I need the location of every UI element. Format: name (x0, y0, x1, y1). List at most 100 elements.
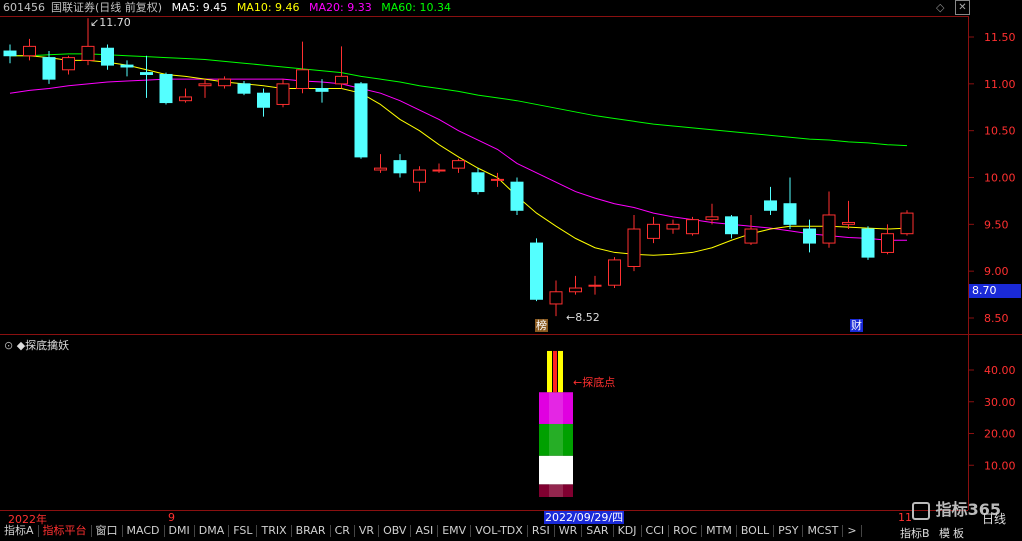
candle (101, 44, 114, 70)
candle-body (725, 216, 738, 235)
marker-cai[interactable]: 财 (850, 319, 863, 332)
candle-body (413, 169, 426, 183)
tab-wr[interactable]: WR (555, 525, 583, 537)
signal-label: ←探底点 (573, 376, 616, 389)
candle-body (471, 172, 485, 193)
tab-cci[interactable]: CCI (642, 525, 670, 537)
ma60-line (10, 53, 908, 147)
candle-body (140, 72, 153, 75)
tab-trix[interactable]: TRIX (257, 525, 292, 537)
candle-body (315, 88, 329, 92)
tab--[interactable]: > (843, 525, 862, 537)
board-button[interactable]: 板 (953, 525, 964, 541)
indicator-title: ◆探底擒妖 (16, 339, 70, 352)
indicator-b-button[interactable]: 指标B (900, 525, 930, 541)
candle-body (491, 178, 504, 181)
tab-dmi[interactable]: DMI (165, 525, 195, 537)
candle (198, 79, 212, 98)
tab-obv[interactable]: OBV (379, 525, 412, 537)
tab-vol-tdx[interactable]: VOL-TDX (471, 525, 528, 537)
main-chart[interactable]: 11.50 11.00 10.50 10.00 9.50 9.00 8.50 40.00 30… (0, 0, 1022, 537)
candle-body (393, 160, 407, 174)
collapse-panel-icon[interactable]: ⊙ (4, 339, 17, 352)
candle-body (705, 216, 719, 221)
candle (257, 88, 270, 117)
candle-body (276, 83, 290, 105)
price-tick-label: 10.00 (984, 172, 1016, 185)
candle-body (354, 83, 368, 158)
tab-roc[interactable]: ROC (669, 525, 703, 537)
time-month: 9 (168, 511, 175, 524)
brand-icon (912, 501, 930, 520)
candle-body (374, 167, 387, 171)
tab--a[interactable]: 指标A (0, 525, 39, 537)
candle-body (62, 57, 75, 71)
candle-body (120, 64, 134, 68)
tab-vr[interactable]: VR (355, 525, 380, 537)
candle (218, 76, 231, 89)
candle-body (530, 242, 543, 300)
time-axis (0, 510, 968, 525)
candle-body (861, 228, 875, 258)
indicator-tick-label: 20.00 (984, 428, 1016, 441)
tab-fsl[interactable]: FSL (229, 525, 258, 537)
candle-body (647, 223, 660, 239)
candle (666, 219, 680, 234)
tab-emv[interactable]: EMV (438, 525, 472, 537)
candle (452, 158, 465, 173)
tab-cr[interactable]: CR (331, 525, 355, 537)
candle-body (510, 181, 524, 211)
candle-body (686, 219, 699, 235)
candle-body (627, 228, 641, 267)
tab-psy[interactable]: PSY (774, 525, 804, 537)
candle-body (842, 221, 855, 225)
candle (120, 60, 134, 77)
tab-mcst[interactable]: MCST (803, 525, 844, 537)
tab-asi[interactable]: ASI (411, 525, 439, 537)
candle (393, 154, 407, 178)
candle (413, 166, 426, 192)
candle-body (159, 73, 173, 104)
time-cursor: 2022/09/29/四 (544, 511, 625, 524)
candle (725, 214, 738, 239)
candle (608, 257, 621, 289)
ma10-line (10, 55, 908, 256)
candle-body (42, 57, 56, 80)
indicator-header: ⊙ ◆探底擒妖 (4, 337, 69, 353)
candle (783, 177, 797, 230)
tab--[interactable]: 指标平台 (39, 525, 92, 537)
candle (569, 275, 582, 295)
candle-body (803, 228, 816, 244)
tab-macd[interactable]: MACD (123, 525, 165, 537)
price-tick-label: 8.50 (984, 312, 1009, 325)
candle (822, 191, 836, 248)
template-button[interactable]: 模 (939, 525, 950, 541)
tab-mtm[interactable]: MTM (702, 525, 737, 537)
high-value: 11.70 (99, 16, 131, 29)
candle (432, 163, 446, 173)
tab-boll[interactable]: BOLL (737, 525, 775, 537)
period-button[interactable]: 日线 (982, 510, 1006, 527)
marker-bang[interactable]: 榜 (535, 319, 548, 332)
candle (471, 168, 485, 195)
candle (179, 88, 192, 103)
candle-body (764, 200, 777, 211)
indicator-tabs: 指标A 指标平台 窗口 MACD DMI DMA FSL TRIX BRAR CR VR OBV ASI… (0, 525, 900, 537)
tab-dma[interactable]: DMA (195, 525, 230, 537)
tab--[interactable]: 窗口 (92, 525, 123, 537)
high-annotation: ↙11.70 (90, 16, 131, 29)
candle-body (296, 69, 309, 90)
candle (803, 219, 816, 253)
tab-rsi[interactable]: RSI (528, 525, 555, 537)
low-annotation: ←8.52 (566, 311, 600, 324)
signal-bar-yellow2 (558, 350, 563, 393)
candle (491, 172, 504, 187)
candle-body (101, 47, 114, 66)
tab-brar[interactable]: BRAR (292, 525, 331, 537)
tab-sar[interactable]: SAR (582, 525, 614, 537)
candle (62, 55, 75, 75)
candle (42, 51, 56, 84)
candle-body (608, 259, 621, 286)
tab-kdj[interactable]: KDJ (614, 525, 642, 537)
candle-body (588, 284, 602, 287)
